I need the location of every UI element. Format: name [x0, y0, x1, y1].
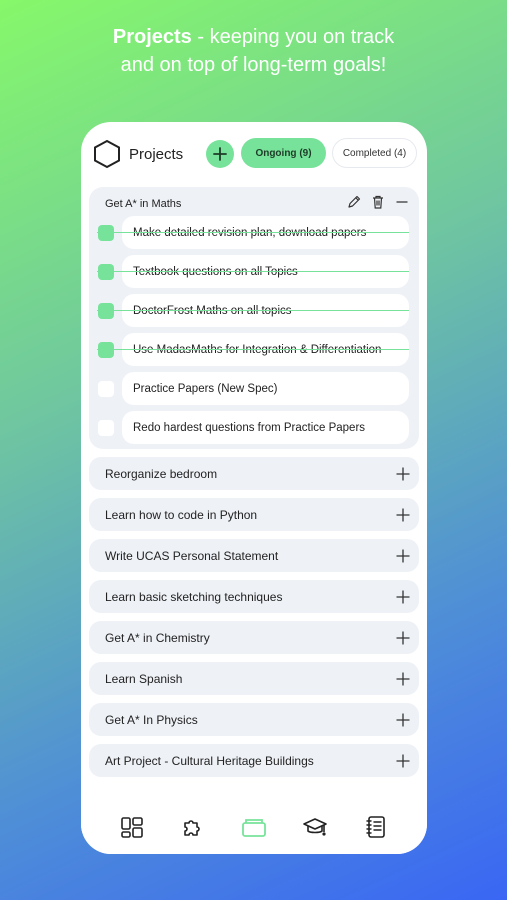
- tab-ongoing[interactable]: Ongoing (9): [241, 138, 326, 168]
- dashboard-icon[interactable]: [117, 812, 147, 842]
- task-label[interactable]: Redo hardest questions from Practice Pap…: [122, 411, 409, 444]
- strikethrough-line: [97, 232, 409, 233]
- plus-icon: [213, 147, 227, 161]
- headline-bold: Projects: [112, 26, 192, 48]
- project-title: Learn basic sketching techniques: [105, 589, 283, 604]
- graduation-cap-icon[interactable]: [300, 812, 330, 842]
- strikethrough-line: [97, 310, 409, 311]
- project-row[interactable]: Learn basic sketching techniques: [89, 580, 419, 613]
- project-title: Get A* In Physics: [105, 712, 198, 727]
- expand-plus-icon[interactable]: [396, 466, 410, 481]
- folder-icon[interactable]: [239, 812, 269, 842]
- task-item: Practice Papers (New Spec): [89, 372, 419, 405]
- collapse-minus-icon[interactable]: [393, 193, 411, 211]
- puzzle-icon[interactable]: [178, 812, 208, 842]
- pencil-icon[interactable]: [345, 193, 363, 211]
- task-checkbox[interactable]: [98, 225, 114, 241]
- task-checkbox[interactable]: [98, 420, 114, 436]
- expand-plus-icon[interactable]: [396, 548, 410, 563]
- project-actions: [345, 193, 411, 211]
- project-row[interactable]: Get A* in Chemistry: [89, 621, 419, 654]
- headline-rest: - keeping you on track: [191, 26, 395, 48]
- expand-plus-icon[interactable]: [396, 630, 410, 645]
- task-checkbox[interactable]: [98, 342, 114, 358]
- expand-plus-icon[interactable]: [396, 753, 410, 768]
- headline-line2: and on top of long-term goals!: [120, 54, 387, 76]
- project-row[interactable]: Learn Spanish: [89, 662, 419, 695]
- expanded-project-card: Get A* in Maths Make detailed revision p…: [89, 187, 419, 449]
- task-checkbox[interactable]: [98, 381, 114, 397]
- add-project-button[interactable]: [206, 140, 234, 168]
- task-item: DoctorFrost Maths on all topics: [89, 294, 419, 327]
- task-checkbox[interactable]: [98, 303, 114, 319]
- top-bar: Projects Ongoing (9) Completed (4): [81, 122, 427, 182]
- project-title: Reorganize bedroom: [105, 466, 218, 481]
- task-checkbox[interactable]: [98, 264, 114, 280]
- project-title: Learn how to code in Python: [105, 507, 258, 522]
- project-title: Get A* in Chemistry: [105, 630, 210, 645]
- notebook-icon[interactable]: [361, 812, 391, 842]
- strikethrough-line: [97, 271, 409, 272]
- task-item: Make detailed revision plan, download pa…: [89, 216, 419, 249]
- task-item: Use MadasMaths for Integration & Differe…: [89, 333, 419, 366]
- project-row[interactable]: Art Project - Cultural Heritage Building…: [89, 744, 419, 777]
- task-item: Redo hardest questions from Practice Pap…: [89, 411, 419, 444]
- project-title: Art Project - Cultural Heritage Building…: [105, 753, 314, 768]
- expand-plus-icon[interactable]: [396, 589, 410, 604]
- app-screen: Projects Ongoing (9) Completed (4) Get A…: [81, 122, 427, 854]
- trash-icon[interactable]: [369, 193, 387, 211]
- page-title: Projects: [129, 146, 184, 163]
- expand-plus-icon[interactable]: [396, 712, 410, 727]
- project-title: Write UCAS Personal Statement: [105, 548, 279, 563]
- project-row[interactable]: Write UCAS Personal Statement: [89, 539, 419, 572]
- project-title: Learn Spanish: [105, 671, 183, 686]
- project-list: Get A* in Maths Make detailed revision p…: [89, 187, 419, 777]
- expand-plus-icon[interactable]: [396, 671, 410, 686]
- expanded-project-title[interactable]: Get A* in Maths: [105, 198, 181, 210]
- task-item: Textbook questions on all Topics: [89, 255, 419, 288]
- bottom-nav: [81, 800, 427, 854]
- tab-completed[interactable]: Completed (4): [332, 138, 417, 168]
- headline: Projects - keeping you on track and on t…: [0, 23, 507, 79]
- hexagon-logo-icon: [93, 139, 121, 169]
- strikethrough-line: [97, 349, 409, 350]
- expand-plus-icon[interactable]: [396, 507, 410, 522]
- project-row[interactable]: Learn how to code in Python: [89, 498, 419, 531]
- task-label[interactable]: Practice Papers (New Spec): [122, 372, 409, 405]
- project-row[interactable]: Reorganize bedroom: [89, 457, 419, 490]
- project-row[interactable]: Get A* In Physics: [89, 703, 419, 736]
